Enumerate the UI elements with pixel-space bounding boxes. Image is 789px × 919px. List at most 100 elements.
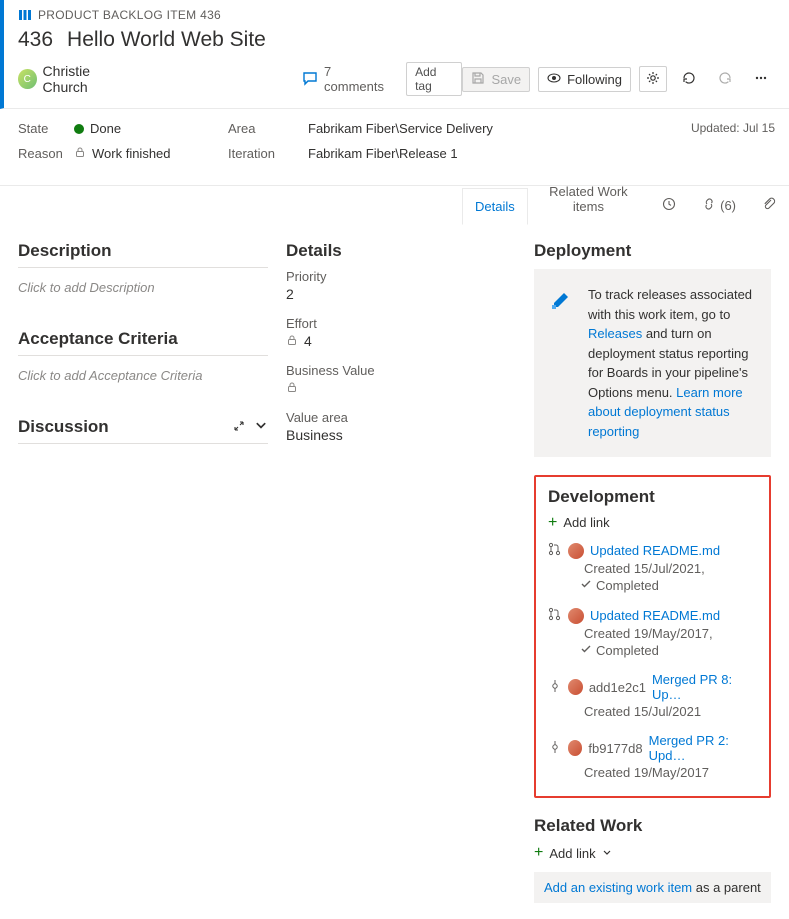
- pipeline-icon: [548, 285, 576, 441]
- eye-icon: [547, 71, 561, 88]
- following-label: Following: [567, 72, 622, 87]
- work-item-header: PRODUCT BACKLOG ITEM 436 436 Hello World…: [0, 0, 789, 109]
- expand-icon: [232, 420, 250, 436]
- releases-link[interactable]: Releases: [588, 326, 642, 341]
- history-icon: [662, 197, 676, 214]
- related-work-heading: Related Work: [534, 816, 771, 836]
- details-panel-heading: Details: [286, 241, 516, 261]
- area-value[interactable]: Fabrikam Fiber\Service Delivery: [308, 121, 493, 136]
- dev-link[interactable]: Updated README.md: [590, 543, 720, 558]
- dev-created: Created 15/Jul/2021,: [584, 561, 757, 576]
- work-item-id: 436: [18, 28, 53, 52]
- state-dot-icon: [74, 124, 84, 134]
- chevron-down-icon: [254, 420, 268, 436]
- acceptance-input[interactable]: Click to add Acceptance Criteria: [18, 364, 268, 387]
- plus-icon: +: [548, 516, 557, 530]
- priority-label: Priority: [286, 269, 516, 284]
- check-icon: [580, 578, 592, 593]
- main-content: Description Click to add Description Acc…: [0, 225, 789, 919]
- avatar: [568, 608, 584, 624]
- updated-label: Updated: Jul 15: [691, 121, 775, 135]
- attachment-icon: [762, 197, 776, 214]
- commit-icon: [548, 740, 562, 757]
- plus-icon: +: [534, 844, 543, 862]
- tab-links-count: (6): [720, 198, 736, 213]
- more-icon: [754, 71, 768, 88]
- development-section: Development + Add link Updated README.md…: [534, 475, 771, 798]
- deployment-box: To track releases associated with this w…: [534, 269, 771, 457]
- description-heading: Description: [18, 241, 268, 268]
- assignee-name[interactable]: Christie Church: [43, 63, 132, 95]
- add-dev-link-button[interactable]: + Add link: [548, 515, 757, 530]
- deployment-heading: Deployment: [534, 241, 771, 261]
- comments-count: 7 comments: [324, 64, 388, 94]
- add-existing-link[interactable]: Add an existing work item: [544, 880, 692, 895]
- dev-item: add1e2c1 Merged PR 8: Up… Created 15/Jul…: [548, 672, 757, 719]
- toolbar: Save Following: [462, 66, 775, 92]
- reason-label: Reason: [18, 146, 74, 161]
- following-button[interactable]: Following: [538, 67, 631, 92]
- dev-link[interactable]: Merged PR 2: Upd…: [649, 733, 757, 763]
- save-button[interactable]: Save: [462, 67, 530, 92]
- pbi-icon: [18, 8, 32, 22]
- add-parent-row[interactable]: Add an existing work item as a parent: [534, 872, 771, 903]
- add-link-label: Add link: [549, 846, 595, 861]
- avatar: [568, 740, 582, 756]
- effort-value[interactable]: 4: [286, 333, 516, 349]
- work-item-type-label: PRODUCT BACKLOG ITEM 436: [38, 8, 221, 22]
- effort-label: Effort: [286, 316, 516, 331]
- add-tag-button[interactable]: Add tag: [406, 62, 462, 96]
- chevron-down-icon: [602, 846, 612, 861]
- lock-icon: [74, 146, 86, 161]
- add-link-label: Add link: [563, 515, 609, 530]
- pull-request-icon: [548, 607, 562, 624]
- state-value[interactable]: Done: [74, 121, 121, 136]
- lock-icon: [286, 380, 298, 396]
- more-actions-button[interactable]: [747, 66, 775, 92]
- value-area-value[interactable]: Business: [286, 427, 516, 443]
- state-label: State: [18, 121, 74, 136]
- save-label: Save: [491, 72, 521, 87]
- add-related-link-button[interactable]: + Add link: [534, 844, 771, 862]
- development-heading: Development: [548, 487, 757, 507]
- avatar[interactable]: C: [18, 69, 37, 89]
- tab-history[interactable]: [649, 186, 689, 225]
- expand-discussion-button[interactable]: [232, 419, 268, 436]
- comment-icon: [302, 70, 318, 89]
- refresh-button[interactable]: [675, 66, 703, 92]
- settings-button[interactable]: [639, 66, 667, 92]
- description-input[interactable]: Click to add Description: [18, 276, 268, 299]
- fields-section: State Done Reason Work finished Area Fab…: [0, 109, 789, 185]
- business-value-label: Business Value: [286, 363, 516, 378]
- priority-value[interactable]: 2: [286, 286, 516, 302]
- acceptance-heading: Acceptance Criteria: [18, 329, 268, 356]
- avatar: [568, 679, 583, 695]
- business-value-value[interactable]: [286, 380, 516, 396]
- link-icon: [702, 197, 716, 214]
- dev-link[interactable]: Merged PR 8: Up…: [652, 672, 757, 702]
- comments-button[interactable]: 7 comments: [302, 64, 388, 94]
- dev-created: Created 19/May/2017: [584, 765, 757, 780]
- tab-details[interactable]: Details: [462, 188, 528, 225]
- tabs: Details Related Work items (6): [0, 185, 789, 225]
- discussion-heading: Discussion: [18, 417, 109, 437]
- refresh-icon: [682, 71, 696, 88]
- pull-request-icon: [548, 542, 562, 559]
- undo-icon: [718, 71, 732, 88]
- dev-link[interactable]: Updated README.md: [590, 608, 720, 623]
- dev-created: Created 19/May/2017,: [584, 626, 757, 641]
- tab-related[interactable]: Related Work items: [528, 173, 649, 225]
- dev-item: Updated README.md Created 15/Jul/2021, C…: [548, 542, 757, 593]
- iteration-value[interactable]: Fabrikam Fiber\Release 1: [308, 146, 458, 161]
- dev-item: fb9177d8 Merged PR 2: Upd… Created 19/Ma…: [548, 733, 757, 780]
- tab-attachments[interactable]: [749, 186, 789, 225]
- reason-value[interactable]: Work finished: [74, 146, 171, 161]
- save-icon: [471, 71, 485, 88]
- dev-item: Updated README.md Created 19/May/2017, C…: [548, 607, 757, 658]
- dev-status: Completed: [580, 643, 757, 658]
- commit-hash: add1e2c1: [589, 680, 646, 695]
- check-icon: [580, 643, 592, 658]
- tab-links[interactable]: (6): [689, 186, 749, 225]
- undo-button[interactable]: [711, 66, 739, 92]
- work-item-title[interactable]: Hello World Web Site: [67, 28, 266, 52]
